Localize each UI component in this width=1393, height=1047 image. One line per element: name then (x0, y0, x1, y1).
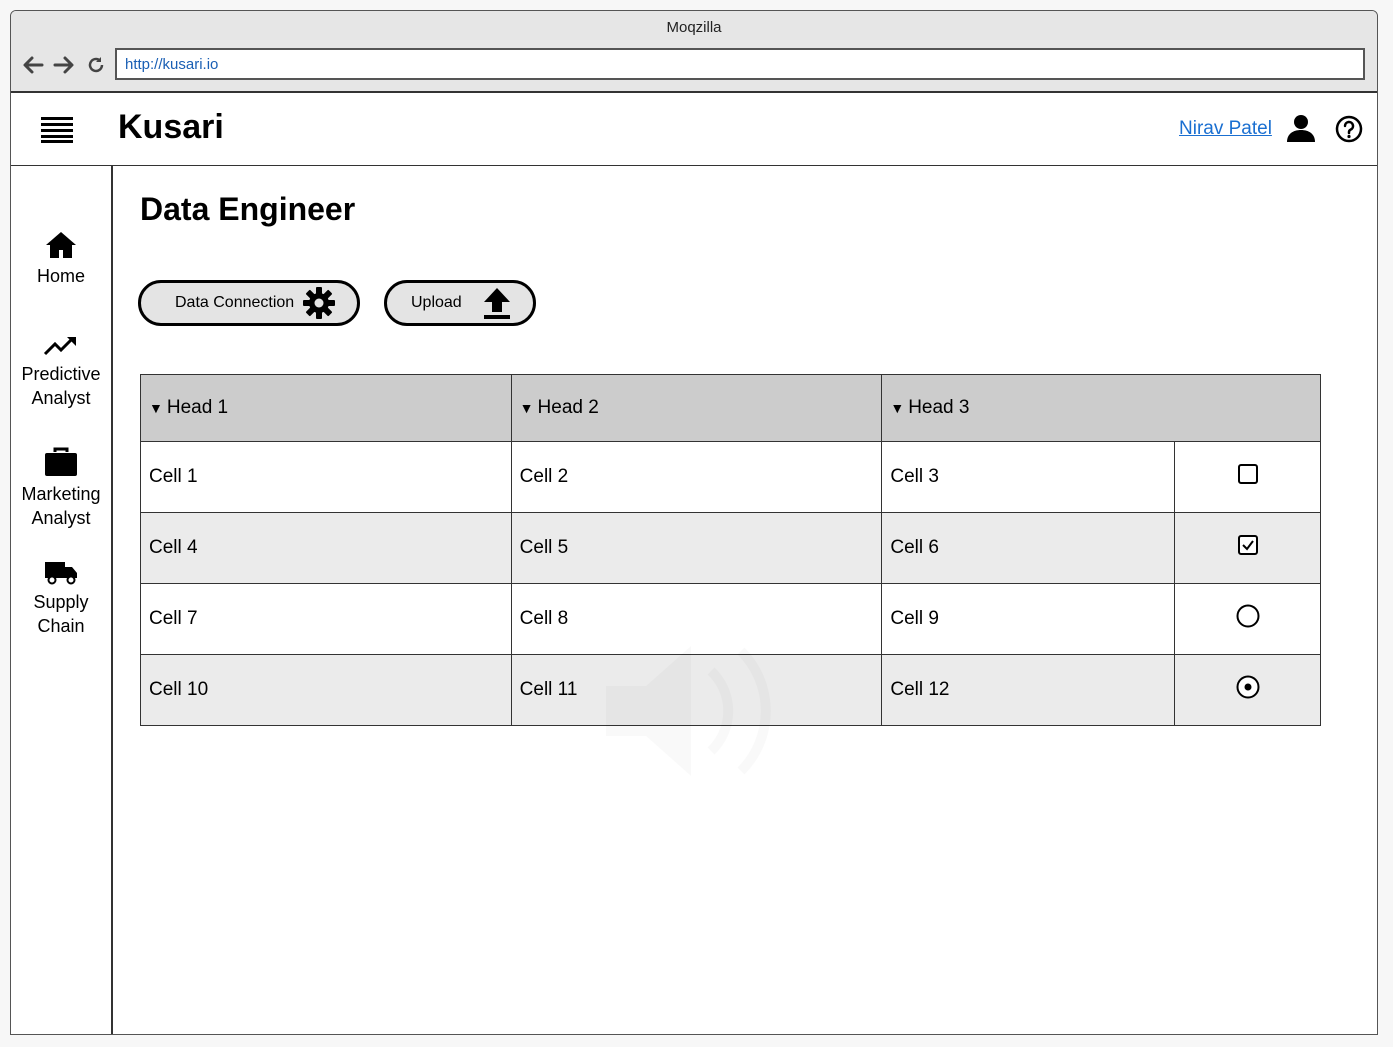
table-cell: Cell 6 (881, 512, 1176, 584)
table-cell: Cell 2 (510, 441, 883, 513)
sidebar: Home Predictive Analyst Marketing Analys… (11, 166, 113, 1034)
truck-icon (45, 562, 77, 585)
table-cell: Cell 1 (140, 441, 512, 513)
table-cell: Cell 4 (140, 512, 512, 584)
sidebar-item-label: Supply (33, 592, 89, 612)
sidebar-item-predictive-analyst[interactable]: Predictive Analyst (11, 334, 111, 410)
data-connection-label: Data Connection (175, 294, 295, 311)
table-header-cell[interactable]: ▼ Head 2 (510, 374, 883, 442)
sidebar-item-label: Analyst (31, 388, 91, 408)
data-connection-button[interactable]: Data Connection (138, 280, 360, 326)
table-cell-control (1174, 583, 1321, 655)
sidebar-item-label: Analyst (31, 508, 91, 528)
table-cell: Cell 11 (510, 654, 883, 726)
user-icon[interactable] (1286, 113, 1316, 148)
data-table: ▼ Head 1 ▼ Head 2 ▼ Head 3 Cell 1 Cell 2 Ce… (140, 374, 1321, 726)
browser-window: Moqzilla Kusari Nirav Patel (10, 10, 1378, 1035)
table-row: Cell 7 Cell 8 Cell 9 (140, 583, 1321, 655)
table-cell-control (1174, 441, 1321, 513)
sidebar-item-supply-chain[interactable]: Supply Chain (11, 560, 111, 638)
gear-icon (303, 287, 336, 319)
sidebar-item-home[interactable]: Home (11, 230, 111, 288)
table-header-row: ▼ Head 1 ▼ Head 2 ▼ Head 3 (140, 374, 1321, 442)
forward-arrow-icon[interactable] (52, 53, 76, 77)
table-header-cell[interactable]: ▼ Head 3 (881, 374, 1175, 442)
app-title: Kusari (118, 108, 224, 146)
url-input[interactable] (115, 48, 1365, 80)
trending-up-icon (43, 336, 76, 356)
sidebar-item-label: Chain (37, 616, 85, 636)
table-header-cell[interactable]: ▼ Head 1 (140, 374, 512, 442)
table-cell: Cell 9 (881, 583, 1176, 655)
radio-selected[interactable] (1235, 674, 1261, 700)
browser-chrome: Moqzilla (11, 11, 1377, 93)
table-cell: Cell 5 (510, 512, 883, 584)
app-header: Kusari Nirav Patel (11, 93, 1377, 166)
page-title: Data Engineer (140, 191, 356, 227)
reload-icon[interactable] (84, 53, 108, 77)
upload-icon (483, 288, 510, 319)
sort-down-icon: ▼ (519, 400, 534, 416)
sort-down-icon: ▼ (890, 400, 905, 416)
sidebar-item-label: Predictive (21, 364, 101, 384)
user-name-link[interactable]: Nirav Patel (1179, 118, 1272, 140)
hamburger-menu-icon[interactable] (39, 115, 75, 143)
table-row: Cell 1 Cell 2 Cell 3 (140, 441, 1321, 513)
window-title: Moqzilla (666, 19, 722, 36)
briefcase-icon (45, 447, 77, 476)
home-icon (46, 232, 76, 258)
help-icon[interactable] (1335, 115, 1363, 148)
table-cell: Cell 8 (510, 583, 883, 655)
sidebar-item-label: Marketing (21, 484, 101, 504)
table-cell: Cell 12 (881, 654, 1176, 726)
upload-label: Upload (411, 294, 462, 311)
table-cell: Cell 10 (140, 654, 512, 726)
table-row: Cell 4 Cell 5 Cell 6 (140, 512, 1321, 584)
table-cell-control (1174, 512, 1321, 584)
sidebar-item-marketing-analyst[interactable]: Marketing Analyst (11, 446, 111, 530)
back-arrow-icon[interactable] (21, 53, 45, 77)
checkbox-unchecked[interactable] (1237, 463, 1259, 485)
table-header-cell-empty (1174, 374, 1321, 442)
table-cell: Cell 7 (140, 583, 512, 655)
table-row: Cell 10 Cell 11 Cell 12 (140, 654, 1321, 726)
table-cell: Cell 3 (881, 441, 1176, 513)
radio-unselected[interactable] (1235, 603, 1261, 629)
checkbox-checked[interactable] (1237, 534, 1259, 556)
sidebar-item-label: Home (36, 266, 85, 286)
upload-button[interactable]: Upload (384, 280, 536, 326)
table-cell-control (1174, 654, 1321, 726)
sort-down-icon: ▼ (149, 400, 163, 416)
